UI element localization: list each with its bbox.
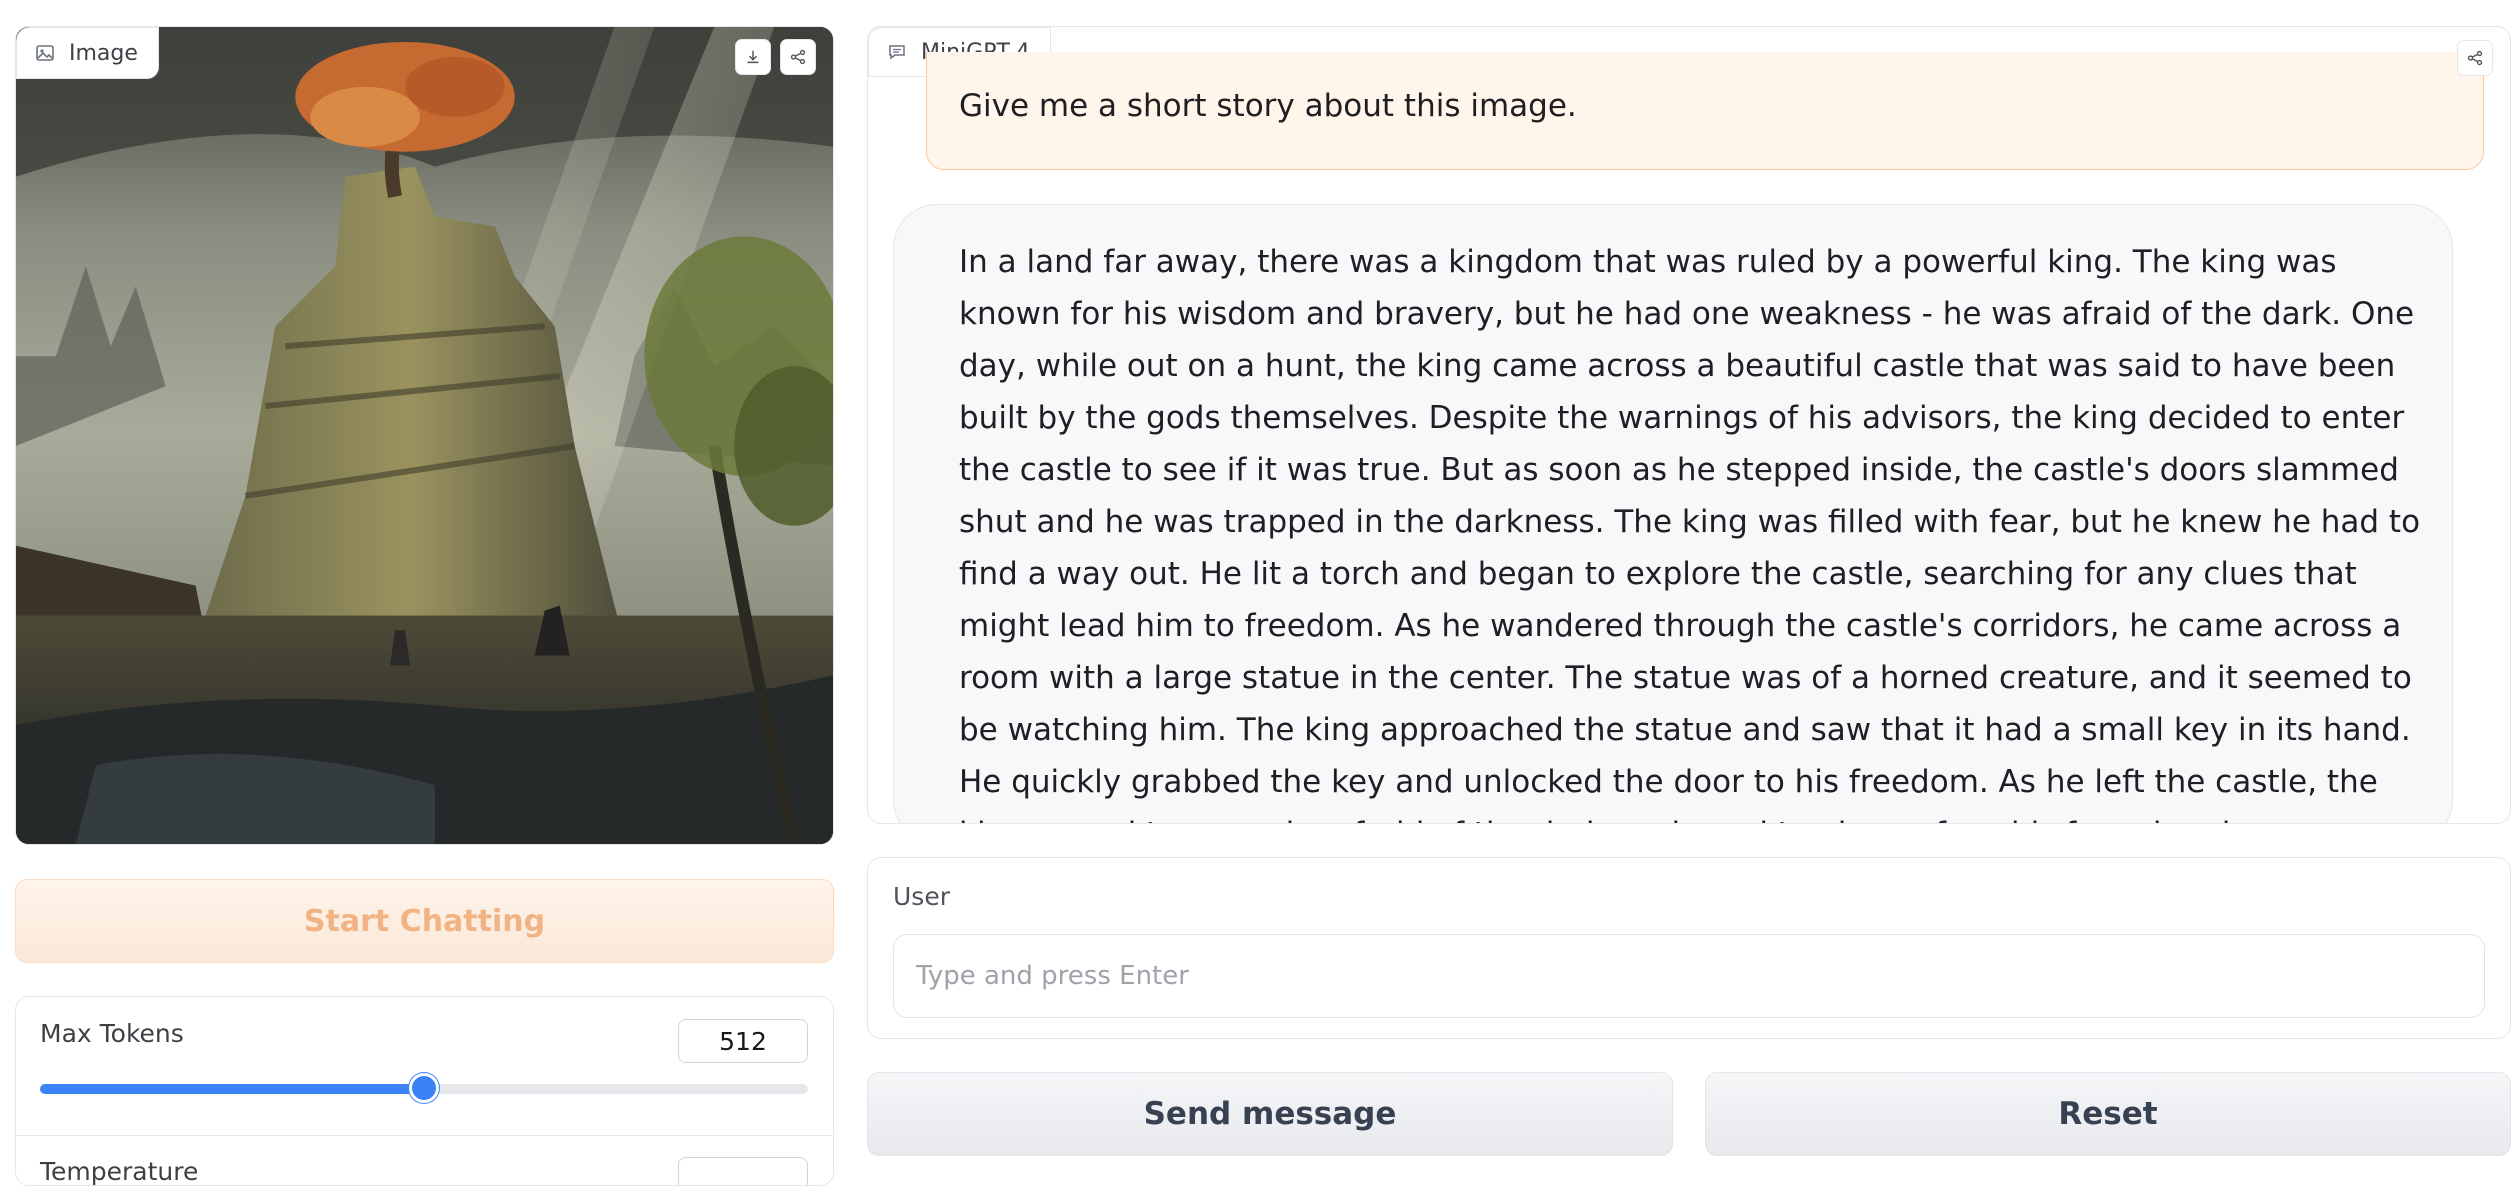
user-text-input[interactable]: Type and press Enter	[893, 934, 2485, 1018]
image-label: Image	[16, 27, 159, 79]
user-input-label: User	[893, 882, 950, 911]
send-message-button[interactable]: Send message	[867, 1072, 1673, 1156]
image-panel: Image	[15, 26, 834, 845]
share-button[interactable]	[780, 39, 816, 75]
max-tokens-slider-fill	[40, 1084, 424, 1094]
share-icon	[790, 49, 806, 65]
chat-panel-clip	[867, 824, 2511, 857]
uploaded-image	[16, 27, 833, 844]
max-tokens-label: Max Tokens	[40, 1019, 184, 1048]
params-divider	[16, 1135, 833, 1136]
start-chatting-button[interactable]: Start Chatting	[15, 879, 834, 963]
image-label-text: Image	[69, 40, 138, 66]
chat-icon	[889, 45, 905, 60]
download-button[interactable]	[735, 39, 771, 75]
max-tokens-slider-thumb[interactable]	[409, 1073, 439, 1103]
download-icon	[747, 50, 759, 64]
temperature-input[interactable]	[678, 1157, 808, 1185]
max-tokens-input[interactable]: 512	[678, 1019, 808, 1063]
chat-share-button[interactable]	[2457, 40, 2493, 76]
temperature-label: Temperature	[40, 1157, 199, 1186]
reset-button[interactable]: Reset	[1705, 1072, 2511, 1156]
user-message-text: Give me a short story about this image.	[959, 88, 1577, 124]
share-icon	[2467, 50, 2483, 66]
bot-message-text: In a land far away, there was a kingdom …	[959, 244, 2421, 852]
image-icon	[36, 45, 54, 61]
params-panel: Max Tokens 512 Temperature	[15, 996, 834, 1186]
